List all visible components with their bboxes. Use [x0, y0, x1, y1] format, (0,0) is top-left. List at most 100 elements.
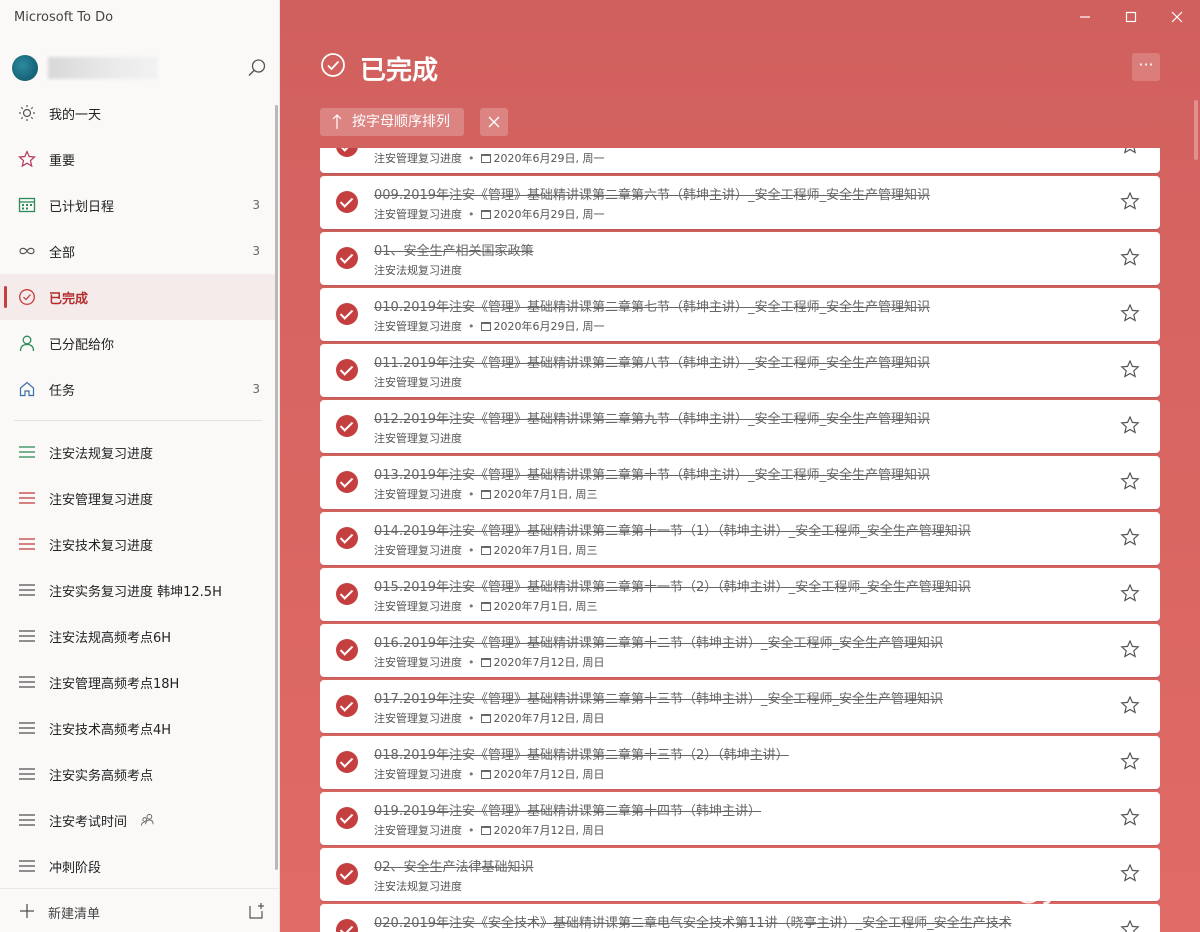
- task-row[interactable]: 019.2019年注安《管理》基础精讲课第二章第十四节（韩坤主讲） 注安管理复习进…: [320, 792, 1160, 845]
- star-icon[interactable]: [1120, 639, 1140, 659]
- task-list-name: 注安管理复习进度: [374, 320, 462, 333]
- nav-item-completed[interactable]: 已完成: [0, 274, 276, 320]
- list-item[interactable]: 注安法规高频考点6H: [0, 613, 276, 659]
- calendar-icon: [480, 546, 491, 555]
- nav-item-assigned[interactable]: 已分配给你: [0, 320, 276, 366]
- star-icon[interactable]: [1120, 919, 1140, 932]
- task-list-name: 注安法规复习进度: [374, 880, 462, 893]
- task-row[interactable]: 014.2019年注安《管理》基础精讲课第二章第十一节（1）（韩坤主讲）_安全工…: [320, 512, 1160, 565]
- clear-sort-button[interactable]: [480, 108, 508, 136]
- main-scrollbar[interactable]: [1194, 100, 1198, 160]
- completed-checkbox[interactable]: [336, 191, 358, 213]
- completed-checkbox[interactable]: [336, 471, 358, 493]
- sidebar-scrollbar[interactable]: [275, 105, 278, 870]
- calendar-icon: [480, 770, 491, 779]
- completed-checkbox[interactable]: [336, 303, 358, 325]
- task-title: 016.2019年注安《管理》基础精讲课第二章第十二节（韩坤主讲）_安全工程师_…: [374, 636, 944, 651]
- meta-separator: •: [468, 712, 475, 725]
- task-row[interactable]: 009.2019年注安《管理》基础精讲课第二章第六节（韩坤主讲）_安全工程师_安…: [320, 176, 1160, 229]
- star-icon[interactable]: [1120, 359, 1140, 379]
- completed-checkbox[interactable]: [336, 415, 358, 437]
- avatar[interactable]: [12, 55, 38, 81]
- task-row[interactable]: 017.2019年注安《管理》基础精讲课第二章第十三节（韩坤主讲）_安全工程师_…: [320, 680, 1160, 733]
- list-item[interactable]: 注安法规复习进度: [0, 429, 276, 475]
- list-item[interactable]: 注安实务高频考点: [0, 751, 276, 797]
- task-due-date: 2020年6月29日, 周一: [493, 320, 605, 333]
- task-row[interactable]: 010.2019年注安《管理》基础精讲课第二章第七节（韩坤主讲）_安全工程师_安…: [320, 288, 1160, 341]
- account-area[interactable]: [12, 55, 272, 81]
- nav-label: 我的一天: [49, 107, 102, 123]
- close-icon[interactable]: [1168, 8, 1186, 26]
- task-title: 014.2019年注安《管理》基础精讲课第二章第十一节（1）（韩坤主讲）_安全工…: [374, 524, 971, 539]
- star-icon[interactable]: [1120, 751, 1140, 771]
- task-list[interactable]: 注安管理复习进度 • 2020年6月29日, 周一 009.2019年注安《管理》基础…: [320, 148, 1160, 932]
- completed-checkbox[interactable]: [336, 807, 358, 829]
- completed-checkbox[interactable]: [336, 583, 358, 605]
- task-row[interactable]: 016.2019年注安《管理》基础精讲课第二章第十二节（韩坤主讲）_安全工程师_…: [320, 624, 1160, 677]
- star-icon[interactable]: [1120, 191, 1140, 211]
- nav-item-my-day[interactable]: 我的一天: [0, 90, 276, 136]
- task-list-name: 注安管理复习进度: [374, 544, 462, 557]
- nav-label: 重要: [49, 153, 76, 169]
- new-list-button[interactable]: 新建清单: [0, 888, 280, 932]
- completed-checkbox[interactable]: [336, 639, 358, 661]
- task-row[interactable]: 01、安全生产相关国家政策 注安法规复习进度: [320, 232, 1160, 285]
- list-item[interactable]: 注安技术高频考点4H: [0, 705, 276, 751]
- task-row[interactable]: 018.2019年注安《管理》基础精讲课第二章第十三节（2）（韩坤主讲） 注安管理…: [320, 736, 1160, 789]
- list-item[interactable]: 注安管理复习进度: [0, 475, 276, 521]
- completed-checkbox[interactable]: [336, 148, 358, 157]
- star-icon[interactable]: [1120, 527, 1140, 547]
- completed-checkbox[interactable]: [336, 695, 358, 717]
- minimize-icon[interactable]: [1076, 8, 1094, 26]
- meta-separator: •: [468, 656, 475, 669]
- new-group-icon[interactable]: [248, 902, 266, 920]
- list-item[interactable]: 注安考试时间: [0, 797, 276, 843]
- nav-item-planned[interactable]: 已计划日程 3: [0, 182, 276, 228]
- calendar-icon: [480, 602, 491, 611]
- list-item[interactable]: 注安管理高频考点18H: [0, 659, 276, 705]
- star-icon[interactable]: [1120, 471, 1140, 491]
- task-list-name: 注安法规复习进度: [374, 264, 462, 277]
- star-icon[interactable]: [1120, 415, 1140, 435]
- star-icon[interactable]: [1120, 583, 1140, 603]
- task-row[interactable]: 注安管理复习进度 • 2020年6月29日, 周一: [320, 148, 1160, 173]
- star-icon[interactable]: [1120, 807, 1140, 827]
- star-icon[interactable]: [1120, 247, 1140, 267]
- star-icon[interactable]: [1120, 303, 1140, 323]
- task-title: 020.2019年注安《安全技术》基础精讲课第二章电气安全技术第11讲（晓亭主讲…: [374, 916, 1012, 931]
- maximize-icon[interactable]: [1122, 8, 1140, 26]
- task-row[interactable]: 013.2019年注安《管理》基础精讲课第二章第十节（韩坤主讲）_安全工程师_安…: [320, 456, 1160, 509]
- list-item[interactable]: 注安技术复习进度: [0, 521, 276, 567]
- task-meta: 注安管理复习进度 • 2020年7月12日, 周日: [374, 822, 604, 838]
- star-icon[interactable]: [1120, 695, 1140, 715]
- task-row[interactable]: 011.2019年注安《管理》基础精讲课第二章第八节（韩坤主讲）_安全工程师_安…: [320, 344, 1160, 397]
- completed-checkbox[interactable]: [336, 527, 358, 549]
- sidebar: Microsoft To Do 我的一天 重要 已计划日程 3 全部 3 已完成…: [0, 0, 280, 932]
- nav-item-all[interactable]: 全部 3: [0, 228, 276, 274]
- completed-checkbox[interactable]: [336, 247, 358, 269]
- nav-item-tasks[interactable]: 任务 3: [0, 366, 276, 412]
- task-title: 01、安全生产相关国家政策: [374, 244, 534, 259]
- task-row[interactable]: 020.2019年注安《安全技术》基础精讲课第二章电气安全技术第11讲（晓亭主讲…: [320, 904, 1160, 932]
- search-icon[interactable]: [246, 57, 268, 79]
- sort-chip[interactable]: 按字母顺序排列: [320, 108, 464, 136]
- completed-checkbox[interactable]: [336, 919, 358, 932]
- star-icon[interactable]: [1120, 148, 1140, 155]
- nav-item-important[interactable]: 重要: [0, 136, 276, 182]
- list-lines-icon: [19, 768, 35, 780]
- task-meta: 注安管理复习进度 • 2020年6月29日, 周一: [374, 318, 604, 334]
- task-row[interactable]: 015.2019年注安《管理》基础精讲课第二章第十一节（2）（韩坤主讲）_安全工…: [320, 568, 1160, 621]
- more-options-button[interactable]: ···: [1132, 53, 1160, 81]
- list-item[interactable]: 注安实务复习进度 韩坤12.5H: [0, 567, 276, 613]
- calendar-icon: [480, 490, 491, 499]
- list-item[interactable]: 冲刺阶段: [0, 843, 276, 889]
- task-meta: 注安法规复习进度: [374, 878, 462, 894]
- task-row[interactable]: 012.2019年注安《管理》基础精讲课第二章第九节（韩坤主讲）_安全工程师_安…: [320, 400, 1160, 453]
- completed-checkbox[interactable]: [336, 751, 358, 773]
- task-due-date: 2020年7月1日, 周三: [493, 600, 598, 613]
- list-lines-icon: [19, 584, 35, 596]
- completed-checkbox[interactable]: [336, 359, 358, 381]
- sun-icon: [19, 105, 35, 121]
- completed-checkbox[interactable]: [336, 863, 358, 885]
- task-meta: 注安管理复习进度 • 2020年7月12日, 周日: [374, 766, 604, 782]
